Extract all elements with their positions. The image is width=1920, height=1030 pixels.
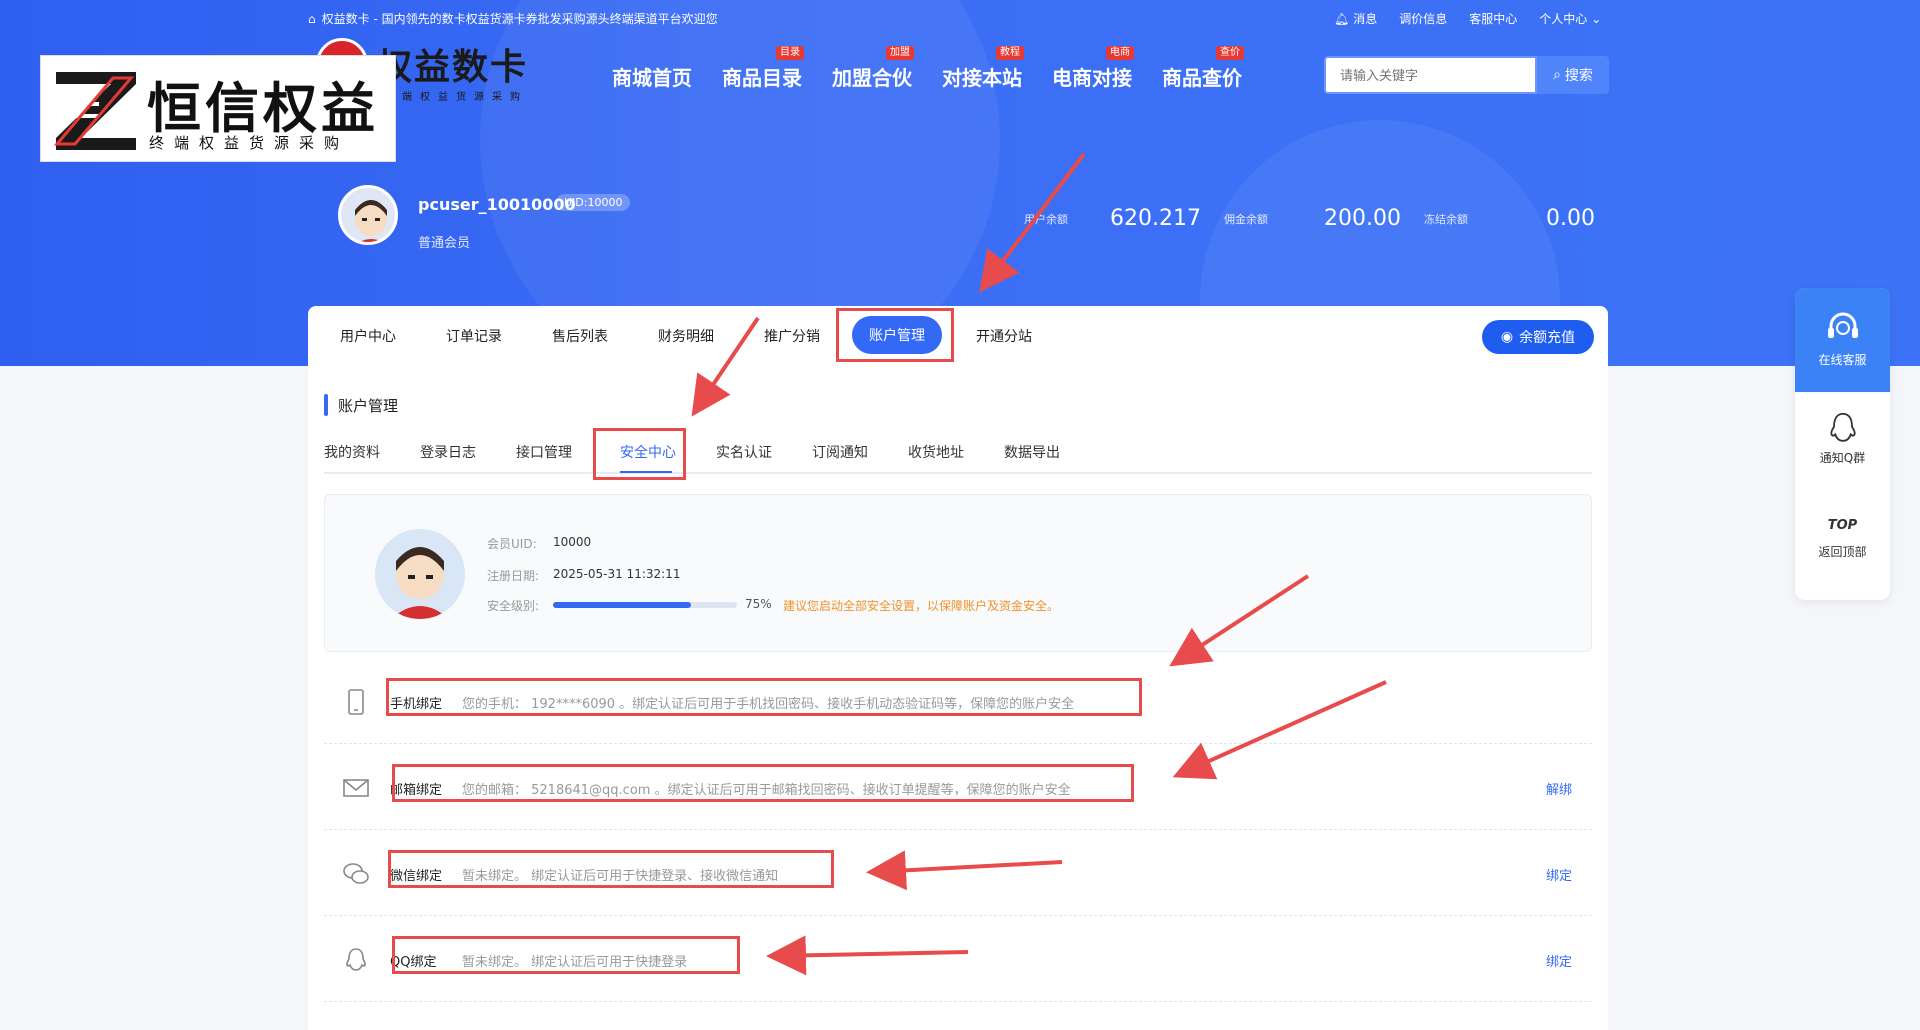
nav-badge: 查价	[1216, 46, 1244, 60]
balance-frozen: 冻结余额 0.00	[1424, 206, 1595, 231]
tab-user-center[interactable]: 用户中心	[340, 326, 396, 346]
binding-title: 邮箱绑定	[390, 783, 443, 798]
bind-qq-link[interactable]: 绑定	[1546, 951, 1572, 970]
floating-sidebar: 在线客服 通知Q群 TOP 返回顶部	[1795, 288, 1890, 600]
qq-icon	[1829, 412, 1856, 442]
subtab-profile[interactable]: 我的资料	[324, 442, 380, 462]
search-bar: ⌕搜索	[1324, 56, 1609, 94]
tab-promotion[interactable]: 推广分销	[764, 326, 820, 346]
home-icon: ⌂	[308, 11, 316, 26]
messages-link[interactable]: 🔔︎ 消息	[1334, 10, 1377, 27]
recharge-button[interactable]: ◉ 余额充值	[1482, 320, 1594, 354]
avatar[interactable]	[338, 185, 398, 245]
binding-desc: 暂未绑定。 绑定认证后可用于快捷登录	[462, 955, 688, 970]
binding-title: QQ绑定	[390, 955, 437, 970]
security-progress	[553, 602, 737, 608]
logo-name: 权益数卡	[376, 46, 529, 88]
balance-commission: 佣金余额 200.00	[1224, 206, 1401, 231]
search-button[interactable]: ⌕ 搜索	[1537, 56, 1609, 94]
security-tip: 建议您启动全部安全设置，以保障账户及资金安全。	[783, 599, 1060, 613]
binding-row-email: 邮箱绑定 您的邮箱： 5218641@qq.com 。绑定认证后可用于邮箱找回密…	[324, 744, 1592, 830]
unbind-email-link[interactable]: 解绑	[1546, 779, 1572, 798]
main-panel: 账户管理 我的资料 登录日志 接口管理 安全中心 实名认证 订阅通知 收货地址 …	[308, 366, 1608, 1030]
back-to-top-button[interactable]: TOP 返回顶部	[1795, 518, 1890, 560]
tab-account-management[interactable]: 账户管理	[852, 316, 942, 354]
bind-wechat-link[interactable]: 绑定	[1546, 865, 1572, 884]
nav-badge: 目录	[776, 46, 804, 60]
reg-date-value: 2025-05-31 11:32:11	[553, 567, 681, 581]
nav-ecommerce[interactable]: 电商对接 电商	[1052, 46, 1134, 91]
binding-title: 手机绑定	[390, 697, 443, 712]
welcome-text: ⌂ 权益数卡 - 国内领先的数卡权益货源卡券批发采购源头终端渠道平台欢迎您	[308, 11, 718, 27]
phone-icon	[348, 689, 364, 715]
wechat-icon	[343, 863, 369, 884]
subtab-address[interactable]: 收货地址	[908, 442, 964, 462]
headset-icon	[1827, 312, 1858, 338]
main-nav: 商城首页 商品目录 目录 加盟合伙 加盟 对接本站 教程 电商对接 电商 商品查价 查价	[612, 46, 1244, 91]
subtab-underline	[620, 471, 672, 473]
nav-badge: 教程	[996, 46, 1024, 60]
nav-price-check[interactable]: 商品查价 查价	[1162, 46, 1244, 91]
subtab-login-log[interactable]: 登录日志	[420, 442, 476, 462]
username: pcuser_10010000	[418, 195, 576, 214]
avatar	[375, 529, 465, 619]
nav-home[interactable]: 商城首页	[612, 62, 692, 91]
binding-title: 微信绑定	[390, 869, 443, 884]
section-title: 账户管理	[324, 394, 398, 416]
security-profile-card: 会员UID: 10000 注册日期: 2025-05-31 11:32:11 安…	[324, 494, 1592, 652]
tab-finance[interactable]: 财务明细	[658, 326, 714, 346]
subtab-subscriptions[interactable]: 订阅通知	[812, 442, 868, 462]
personal-center-link[interactable]: 个人中心 ⌄	[1539, 10, 1601, 27]
nav-badge: 加盟	[886, 46, 914, 60]
security-level-label: 安全级别:	[487, 599, 540, 613]
binding-row-wechat: 微信绑定 暂未绑定。 绑定认证后可用于快捷登录、接收微信通知 绑定	[324, 830, 1592, 916]
nav-catalog[interactable]: 商品目录 目录	[722, 46, 804, 91]
binding-row-phone: 手机绑定 您的手机： 192****6090 。绑定认证后可用于手机找回密码、接…	[324, 658, 1592, 744]
qq-icon	[346, 948, 366, 971]
subtab-api[interactable]: 接口管理	[516, 442, 572, 462]
search-icon: ⌕	[1553, 67, 1561, 83]
account-tabs: 用户中心 订单记录 售后列表 财务明细 推广分销 账户管理 开通分站 ◉ 余额充值	[308, 306, 1608, 366]
member-level: 普通会员	[418, 236, 471, 251]
top-links: 🔔︎ 消息 调价信息 客服中心 个人中心 ⌄	[1334, 10, 1601, 27]
security-progress-fill	[553, 602, 691, 608]
tab-orders[interactable]: 订单记录	[446, 326, 502, 346]
service-center-link[interactable]: 客服中心	[1469, 10, 1517, 27]
nav-franchise[interactable]: 加盟合伙 加盟	[832, 46, 914, 91]
qq-group-button[interactable]: 通知Q群	[1795, 410, 1890, 466]
subtab-security[interactable]: 安全中心	[620, 442, 676, 462]
z-logo-icon	[53, 72, 136, 150]
sub-tabs: 我的资料 登录日志 接口管理 安全中心 实名认证 订阅通知 收货地址 数据导出	[324, 422, 1592, 474]
security-percent: 75%	[745, 597, 772, 611]
mail-icon	[343, 779, 369, 797]
bell-icon: 🔔︎	[1334, 11, 1350, 26]
uid-label: 会员UID:	[487, 537, 537, 551]
search-input[interactable]	[1324, 56, 1537, 94]
binding-row-qq: QQ绑定 暂未绑定。 绑定认证后可用于快捷登录 绑定	[324, 916, 1592, 1002]
balance-user: 用户余额 620.217	[1024, 206, 1201, 231]
tab-after-sales[interactable]: 售后列表	[552, 326, 608, 346]
logo-sub: 端权益货源采购	[402, 92, 528, 103]
watermark-logo: 恒信权益 终端权益货源采购	[40, 55, 396, 162]
chevron-down-icon: ⌄	[1591, 11, 1602, 26]
price-info-link[interactable]: 调价信息	[1399, 10, 1447, 27]
subtab-realname[interactable]: 实名认证	[716, 442, 772, 462]
avatar-face-icon	[391, 547, 449, 619]
uid-value: 10000	[553, 535, 592, 549]
watermark-tagline: 终端权益货源采购	[149, 134, 350, 152]
uid-badge: UID:10000	[556, 194, 631, 211]
online-service-button[interactable]: 在线客服	[1795, 288, 1890, 392]
top-bar: ⌂ 权益数卡 - 国内领先的数卡权益货源卡券批发采购源头终端渠道平台欢迎您 🔔︎…	[0, 0, 1920, 36]
nav-docking[interactable]: 对接本站 教程	[942, 46, 1024, 91]
subtab-export[interactable]: 数据导出	[1004, 442, 1060, 462]
nav-badge: 电商	[1106, 46, 1134, 60]
tab-substation[interactable]: 开通分站	[976, 326, 1032, 346]
wallet-icon: ◉	[1500, 329, 1514, 345]
binding-desc: 暂未绑定。 绑定认证后可用于快捷登录、接收微信通知	[462, 869, 779, 884]
top-icon: TOP	[1827, 518, 1858, 533]
reg-date-label: 注册日期:	[487, 569, 540, 583]
binding-desc: 您的手机： 192****6090 。绑定认证后可用于手机找回密码、接收手机动态…	[462, 697, 1075, 712]
binding-desc: 您的邮箱： 5218641@qq.com 。绑定认证后可用于邮箱找回密码、接收订…	[462, 783, 1071, 798]
